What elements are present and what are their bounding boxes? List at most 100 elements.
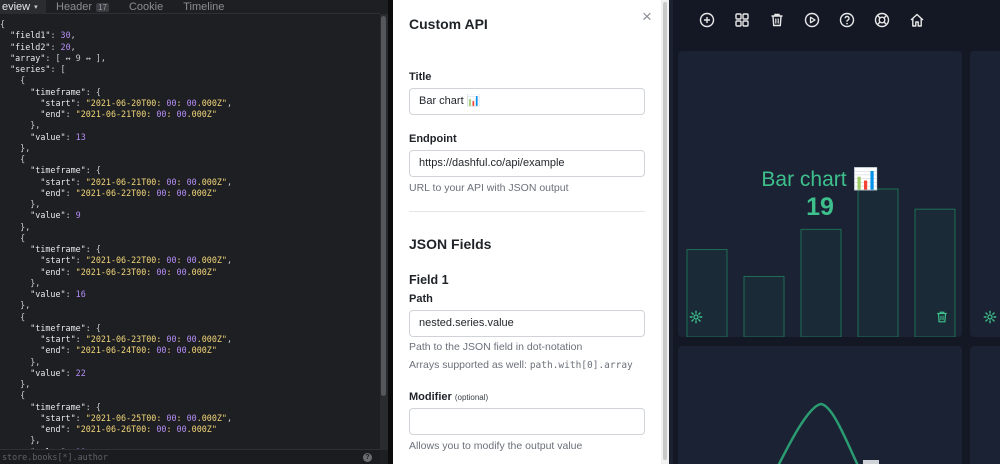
line-chart-widget[interactable] — [678, 346, 962, 464]
panel-scrollbar-thumb[interactable] — [663, 2, 667, 460]
trash-icon — [771, 13, 782, 27]
code-line: "field1": 30, — [10, 30, 76, 41]
home-icon — [910, 13, 923, 27]
code-line: { — [0, 154, 26, 164]
code-line: "timeframe": { — [30, 165, 101, 176]
tab-cookie-label: Cookie — [128, 1, 164, 13]
json-code-view: { "field1": 30, "field2": 20, "array": [… — [0, 19, 380, 458]
code-line: }, — [0, 120, 41, 131]
header-count-badge: 17 — [96, 2, 109, 12]
custom-api-panel: Custom API × Title Bar chart 📊 Endpoint … — [393, 0, 669, 464]
code-line: "field2": 20, — [10, 41, 76, 52]
code-line: }, — [0, 379, 31, 389]
chart-bar — [800, 228, 842, 337]
modifier-label-text: Modifier — [409, 391, 452, 403]
tab-cookie[interactable]: Cookie — [119, 0, 173, 14]
code-line: }, — [0, 142, 31, 153]
dashboard-toolbar — [689, 10, 934, 30]
play-icon — [804, 12, 819, 28]
code-line: "end": "2021-06-22T00: 00: 00.000Z" — [40, 187, 217, 198]
code-line: "timeframe": { — [30, 401, 101, 412]
code-line: "array": [ ↔ 9 ↔ ], — [10, 52, 106, 63]
path-help-arrays: Arrays supported as well: path.with[0].a… — [409, 359, 633, 371]
widget-title: Bar chart 📊 — [761, 168, 879, 191]
path-help-arrays-text: Arrays supported as well: — [409, 359, 530, 371]
code-line: { — [0, 19, 6, 29]
tab-timeline-label: Timeline — [183, 1, 225, 13]
panel-scrollbar[interactable] — [661, 0, 669, 464]
code-line: "value": 9 — [30, 210, 81, 221]
grid-icon — [734, 13, 749, 27]
dashboard-edge — [669, 0, 673, 464]
help-icon[interactable]: ? — [363, 453, 372, 462]
json-fields-heading: JSON Fields — [409, 236, 492, 252]
json-viewer-pane: eview ▾ Header 17 Cookie Timeline { "fie… — [0, 0, 388, 464]
home-button[interactable] — [899, 10, 934, 30]
layout-button[interactable] — [724, 10, 759, 30]
path-help-arrays-code: path.with[0].array — [529, 360, 633, 371]
field-heading: Field 1 — [409, 273, 449, 287]
code-line: "timeframe": { — [30, 244, 101, 254]
code-line: "end": "2021-06-26T00: 00: 00.000Z" — [40, 424, 217, 434]
lifebuoy-icon — [874, 12, 889, 28]
code-line: "value": 16 — [30, 289, 86, 299]
chart-marker — [863, 460, 879, 464]
close-icon[interactable]: × — [642, 8, 652, 25]
code-line: }, — [0, 199, 41, 209]
modifier-input[interactable] — [409, 408, 645, 435]
chevron-down-icon: ▾ — [34, 4, 38, 11]
code-line: }, — [0, 221, 31, 232]
code-line: "end": "2021-06-23T00: 00: 00.000Z" — [40, 266, 217, 277]
viewer-tabs: eview ▾ Header 17 Cookie Timeline — [0, 0, 380, 14]
code-line: "timeframe": { — [30, 86, 101, 97]
endpoint-input[interactable]: https://dashful.co/api/example — [409, 150, 645, 177]
code-line: { — [0, 232, 26, 243]
title-input[interactable]: Bar chart 📊 — [409, 88, 645, 115]
code-line: "end": "2021-06-21T00: 00: 00.000Z" — [40, 109, 217, 119]
code-line: "start": "2021-06-21T00: 00: 00.000Z", — [40, 176, 233, 187]
panel-title: Custom API — [409, 16, 488, 32]
endpoint-help: URL to your API with JSON output — [409, 182, 569, 194]
gear-icon[interactable] — [983, 310, 997, 324]
support-button[interactable] — [864, 10, 899, 30]
code-line: "start": "2021-06-23T00: 00: 00.000Z", — [40, 334, 233, 344]
path-input[interactable]: nested.series.value — [409, 310, 645, 337]
widget-card-partial-bottom[interactable] — [970, 346, 1000, 464]
filter-bar[interactable]: store.books[*].author ? — [0, 449, 380, 464]
json-scrollbar-thumb[interactable] — [381, 16, 386, 396]
code-line: "end": "2021-06-24T00: 00: 00.000Z" — [40, 345, 217, 356]
code-line: "start": "2021-06-20T00: 00: 00.000Z", — [40, 97, 233, 108]
code-line: "value": 13 — [30, 131, 86, 142]
title-label: Title — [409, 71, 432, 83]
code-line: { — [0, 390, 26, 401]
play-button[interactable] — [794, 10, 829, 30]
json-scrollbar[interactable] — [380, 14, 388, 450]
tab-preview-label: eview — [2, 1, 31, 13]
code-line: "timeframe": { — [30, 322, 101, 333]
code-line: }, — [0, 356, 41, 367]
line-chart-curve — [777, 402, 879, 464]
filter-input[interactable]: store.books[*].author — [2, 452, 108, 462]
code-line: "value": 22 — [30, 367, 86, 378]
tab-header[interactable]: Header 17 — [46, 0, 119, 14]
bar-chart-widget[interactable]: Bar chart 📊 19 — [678, 51, 962, 337]
add-widget-button[interactable] — [689, 10, 724, 30]
add-icon — [699, 12, 714, 28]
section-divider — [409, 211, 645, 212]
widget-card-partial[interactable] — [970, 51, 1000, 337]
code-line: }, — [0, 300, 31, 311]
delete-button[interactable] — [759, 10, 794, 30]
code-line: { — [0, 311, 26, 322]
help-button[interactable] — [829, 10, 864, 30]
code-line: "start": "2021-06-22T00: 00: 00.000Z", — [40, 255, 233, 266]
widget-value: 19 — [806, 193, 834, 221]
tab-timeline[interactable]: Timeline — [173, 0, 234, 14]
trash-icon[interactable] — [935, 310, 949, 324]
modifier-label: Modifier (optional) — [409, 391, 488, 403]
tab-preview[interactable]: eview ▾ — [0, 0, 46, 14]
chart-bar — [743, 275, 785, 337]
gear-icon[interactable] — [689, 310, 703, 324]
code-line: }, — [0, 435, 41, 446]
path-help: Path to the JSON field in dot-notation — [409, 341, 583, 353]
code-line: { — [0, 75, 26, 86]
